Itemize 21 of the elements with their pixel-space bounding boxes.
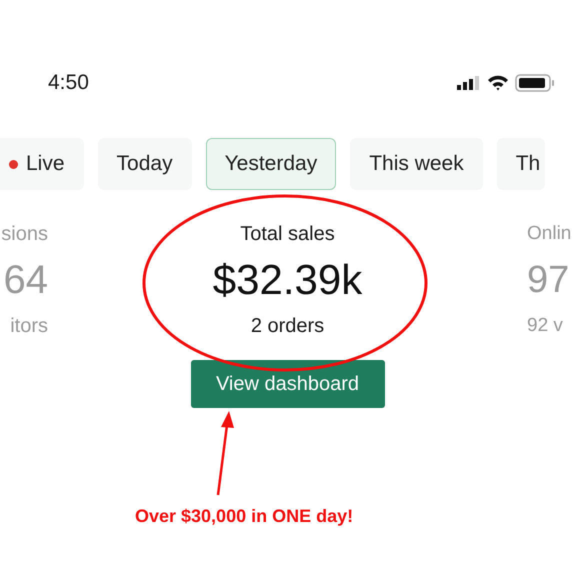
metric-value: 97 <box>527 258 570 303</box>
annotation-caption: Over $30,000 in ONE day! <box>135 506 354 527</box>
period-tab[interactable]: Yesterday <box>206 138 336 190</box>
period-tab[interactable]: Th <box>496 138 546 190</box>
period-tab[interactable]: This week <box>350 138 483 190</box>
wifi-icon <box>487 75 509 91</box>
metric-subtext: 2 orders <box>250 314 324 338</box>
metric-label: sions <box>1 222 48 246</box>
battery-icon <box>515 74 555 92</box>
period-tab[interactable]: Live <box>0 138 84 190</box>
metric-subtext: 92 v <box>527 314 563 338</box>
live-dot-icon <box>9 160 18 168</box>
period-tab[interactable]: Today <box>98 138 192 190</box>
view-dashboard-button[interactable]: View dashboard <box>190 360 384 408</box>
metric-label: Total sales <box>240 222 335 246</box>
metric-value: 64 <box>4 257 48 304</box>
status-time: 4:50 <box>48 71 89 95</box>
metric-value: $32.39k <box>212 256 362 304</box>
metric-subtext: itors <box>10 314 48 338</box>
signal-icon <box>457 76 481 90</box>
metric-label: Onlin <box>527 222 572 246</box>
